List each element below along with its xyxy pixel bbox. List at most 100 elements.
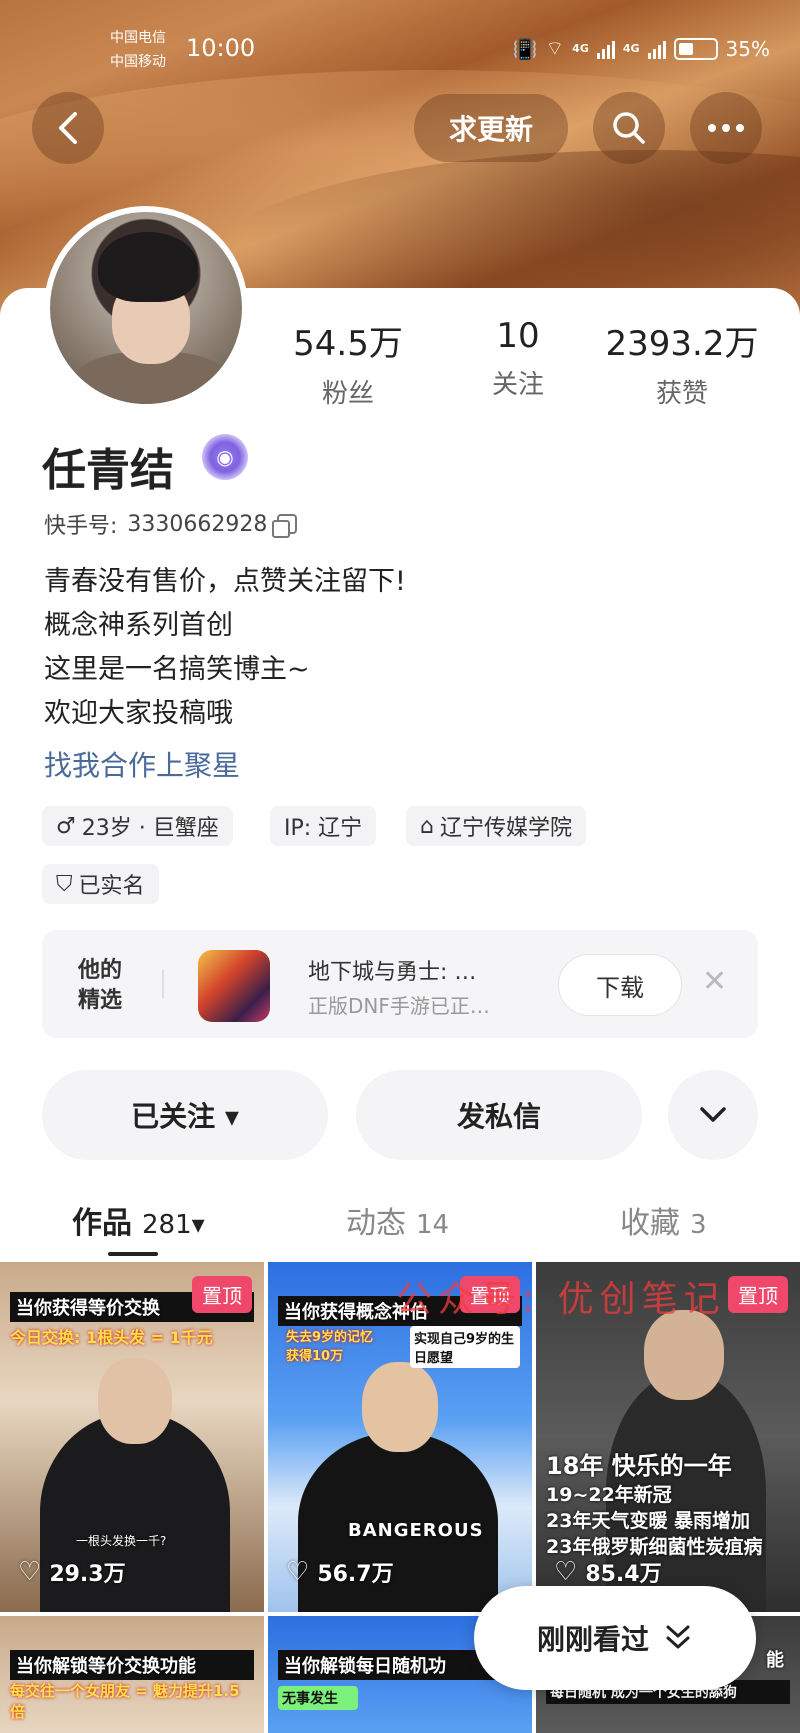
tab-count: 281▾ <box>142 1210 205 1240</box>
video-caption: 当你解锁等价交换功能 <box>10 1650 254 1680</box>
video-subcaption-2: 23年天气变暖 暴雨增加 <box>546 1510 751 1532</box>
download-button[interactable]: 下载 <box>558 954 682 1016</box>
close-icon[interactable]: ✕ <box>702 964 727 999</box>
like-count: 56.7万 <box>317 1562 394 1587</box>
pinned-badge: 置顶 <box>192 1276 252 1313</box>
video-subcaption-3: 23年俄罗斯细菌性炭疽病 <box>546 1536 763 1558</box>
stat-value: 54.5万 <box>293 324 403 364</box>
status-bar: 中国电信 中国移动 10:00 📳 ⌔ 4G 4G 35% <box>0 20 800 80</box>
video-card[interactable]: 当你解锁等价交换功能 每交往一个女朋友 = 魅力提升1.5倍 <box>0 1616 264 1733</box>
featured-title: 他的精选 <box>78 958 123 1013</box>
bio-line: 这里是一名搞笑博主~ <box>44 654 310 685</box>
carrier-2: 中国移动 <box>110 54 166 70</box>
ks-id-row: 快手号: 3330662928 <box>44 508 298 540</box>
stat-value: 2393.2万 <box>605 324 759 364</box>
video-face <box>644 1310 724 1400</box>
tag-school[interactable]: ⌂ 辽宁传媒学院 <box>406 806 586 846</box>
more-dots-icon <box>708 124 744 132</box>
heart-icon: ♡ <box>554 1557 578 1587</box>
video-shirt-text: BANGEROUS <box>348 1520 484 1541</box>
battery-percent: 35% <box>725 36 770 61</box>
copy-icon[interactable] <box>272 514 298 538</box>
more-button[interactable] <box>690 92 762 164</box>
message-button[interactable]: 发私信 <box>356 1070 642 1160</box>
like-count: 29.3万 <box>49 1562 126 1587</box>
video-likes: ♡ 85.4万 <box>554 1556 662 1588</box>
tab-indicator <box>108 1252 158 1256</box>
carrier-1: 中国电信 <box>110 30 166 46</box>
recently-viewed-button[interactable]: 刚刚看过 <box>474 1586 756 1690</box>
tag-age: ♂ 23岁 · 巨蟹座 <box>42 806 233 846</box>
stat-value: 10 <box>496 316 540 356</box>
stat-label: 粉丝 <box>321 379 374 409</box>
followed-button[interactable]: 已关注 ▾ <box>42 1070 328 1160</box>
tab-works[interactable]: 作品 281▾ <box>72 1198 205 1242</box>
wifi-icon: ⌔ <box>545 36 565 60</box>
divider <box>162 970 164 998</box>
ks-id-label: 快手号: <box>44 514 118 539</box>
creator-badge-icon[interactable]: ◉ <box>202 434 248 480</box>
male-icon: ♂ <box>56 813 76 839</box>
shield-icon: ⛉ <box>56 871 73 897</box>
clock: 10:00 <box>186 34 256 62</box>
video-subcaption-2: 实现自己9岁的生日愿望 <box>410 1326 520 1368</box>
game-name: 地下城与勇士: … <box>308 960 477 985</box>
bio-line: 青春没有售价，点赞关注留下! <box>44 566 406 597</box>
watermark: 公众号: 优创笔记 <box>396 1279 726 1320</box>
video-face <box>98 1358 172 1444</box>
double-chevron-down-icon <box>666 1625 690 1649</box>
heart-icon: ♡ <box>286 1557 310 1587</box>
tag-school-label: 辽宁传媒学院 <box>439 816 572 841</box>
tag-verified: ⛉ 已实名 <box>42 864 159 904</box>
chevron-down-icon <box>700 1107 726 1122</box>
bio-line: 概念神系列首创 <box>44 610 233 641</box>
tab-count: 3 <box>690 1210 707 1240</box>
avatar-hair <box>98 232 198 302</box>
tag-verified-label: 已实名 <box>78 874 145 899</box>
game-description: 正版DNF手游已正… <box>308 994 490 1018</box>
battery-icon <box>673 37 718 60</box>
ks-id-value: 3330662928 <box>127 511 268 537</box>
video-inner-text: 一根头发换一千? <box>76 1534 167 1548</box>
video-caption: 18年 快乐的一年 <box>546 1452 732 1480</box>
expand-button[interactable] <box>668 1070 758 1160</box>
tab-label: 动态 <box>346 1206 406 1241</box>
cooperation-link[interactable]: 找我合作上聚星 <box>44 744 240 784</box>
network-type-2: 4G <box>622 42 640 55</box>
like-count: 85.4万 <box>585 1562 662 1587</box>
stat-following[interactable]: 10 关注 <box>428 316 608 401</box>
stat-fans[interactable]: 54.5万 粉丝 <box>258 316 438 410</box>
system-icons: 📳 ⌔ 4G 4G 35% <box>512 36 770 61</box>
recently-viewed-label: 刚刚看过 <box>536 1623 649 1656</box>
video-subcaption: 19~22年新冠 <box>546 1484 672 1506</box>
tag-ip-label: IP: 辽宁 <box>284 816 363 841</box>
bio-line: 欢迎大家投稿哦 <box>44 698 233 729</box>
back-arrow-icon <box>59 112 77 144</box>
search-icon <box>613 112 645 144</box>
tab-count: 14 <box>416 1210 450 1240</box>
game-app-icon <box>198 950 270 1022</box>
tab-moments[interactable]: 动态 14 <box>346 1198 449 1242</box>
network-type-1: 4G <box>572 42 589 55</box>
video-subcaption: 今日交换: 1根头发 = 1千元 <box>10 1328 213 1347</box>
tab-favorites[interactable]: 收藏 3 <box>620 1198 707 1242</box>
graduation-cap-icon: ⌂ <box>420 813 434 839</box>
featured-recommend[interactable]: 他的精选 地下城与勇士: … 正版DNF手游已正… 下载 ✕ <box>42 930 758 1038</box>
tag-ip: IP: 辽宁 <box>270 806 377 846</box>
stat-label: 关注 <box>491 370 544 400</box>
avatar[interactable] <box>44 206 248 410</box>
video-card[interactable]: 当你获得等价交换 今日交换: 1根头发 = 1千元 一根头发换一千? 置顶 ♡ 2… <box>0 1262 264 1612</box>
heart-icon: ♡ <box>18 1557 42 1587</box>
video-face <box>362 1362 438 1452</box>
signal-icon <box>596 39 615 59</box>
video-caption: 能 <box>766 1650 784 1671</box>
search-button[interactable] <box>593 92 665 164</box>
vibrate-icon: 📳 <box>512 36 538 61</box>
video-subcaption: 失去9岁的记忆获得10万 <box>286 1330 374 1364</box>
content-tabs: 作品 281▾ 动态 14 收藏 3 <box>0 1188 800 1258</box>
video-subcaption: 每交往一个女朋友 = 魅力提升1.5倍 <box>10 1682 240 1721</box>
stat-likes[interactable]: 2393.2万 获赞 <box>592 316 772 410</box>
request-update-button[interactable]: 求更新 <box>414 94 568 162</box>
back-button[interactable] <box>32 92 104 164</box>
video-subcaption: 无事发生 <box>278 1686 358 1710</box>
